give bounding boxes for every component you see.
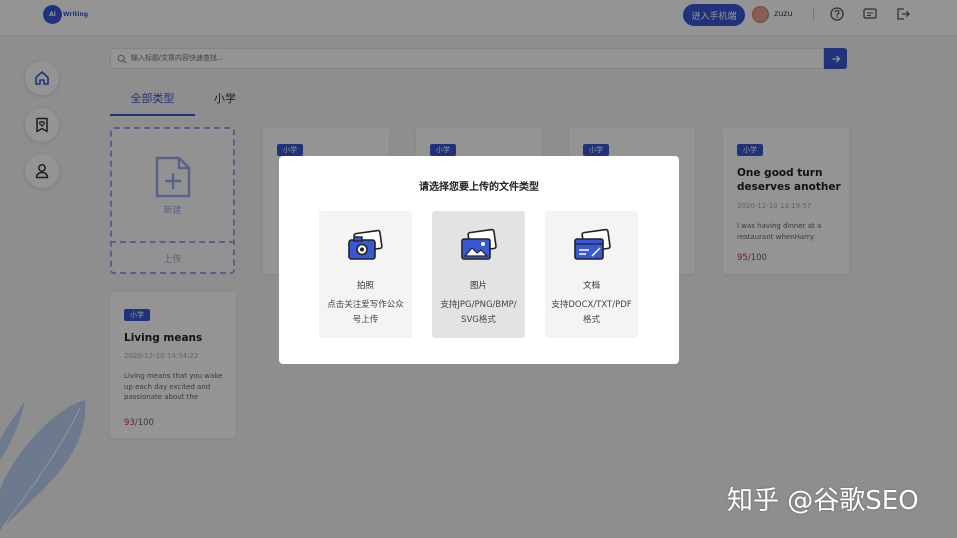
upload-type-dialog: 请选择您要上传的文件类型 拍照 点击关注爱写作公众号上传 图片 支持JPG/PN… xyxy=(279,156,679,364)
dialog-title: 请选择您要上传的文件类型 xyxy=(419,182,539,193)
option-photo-label: 拍照 xyxy=(356,281,374,291)
option-photo-desc: 点击关注爱写作公众号上传 xyxy=(327,300,404,325)
option-document-desc: 支持DOCX/TXT/PDF格式 xyxy=(551,300,632,325)
option-photo[interactable]: 拍照 点击关注爱写作公众号上传 xyxy=(319,211,412,338)
camera-icon xyxy=(348,229,383,260)
option-document-label: 文档 xyxy=(582,281,600,291)
option-image[interactable]: 图片 支持JPG/PNG/BMP/SVG格式 xyxy=(432,211,525,338)
document-icon xyxy=(574,228,611,260)
watermark-text: 知乎 @谷歌SEO xyxy=(727,486,919,516)
option-image-desc: 支持JPG/PNG/BMP/SVG格式 xyxy=(440,300,517,325)
option-image-label: 图片 xyxy=(469,281,487,291)
option-document[interactable]: 文档 支持DOCX/TXT/PDF格式 xyxy=(545,211,638,338)
image-icon xyxy=(461,228,497,260)
